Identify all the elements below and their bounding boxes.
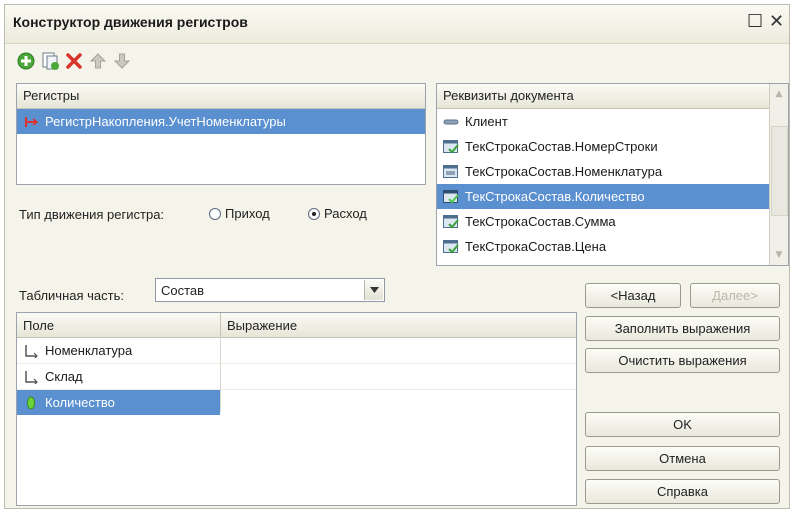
table-row[interactable]: Склад (17, 364, 576, 390)
chevron-down-icon[interactable] (364, 280, 383, 300)
register-item[interactable]: РегистрНакопления.УчетНоменклатуры (17, 109, 425, 134)
registers-header: Регистры (17, 84, 425, 109)
help-button[interactable]: Справка (585, 479, 780, 504)
movement-type-label: Тип движения регистра: (19, 207, 165, 222)
copy-icon[interactable] (41, 52, 59, 70)
tabular-part-select[interactable]: Состав (155, 278, 385, 302)
tabular-part-label: Табличная часть: (19, 288, 124, 303)
attribute-item-selected[interactable]: ТекСтрокаСостав.Количество (437, 184, 770, 209)
scroll-up-icon[interactable]: ▲ (770, 85, 788, 103)
register-movement-designer-window: Конструктор движения регистров ☐ ✕ Регис… (4, 4, 790, 509)
document-attributes-list[interactable]: Реквизиты документа Клиент ТекСтрокаСост… (436, 83, 789, 266)
selected-field-cell[interactable]: Количество (17, 390, 220, 415)
attributes-scrollbar[interactable]: ▲ ▼ (769, 84, 788, 265)
clear-expressions-button[interactable]: Очистить выражения (585, 348, 780, 373)
close-icon[interactable]: ✕ (769, 11, 784, 33)
fill-expressions-button[interactable]: Заполнить выражения (585, 316, 780, 341)
toolbar (5, 45, 789, 75)
table-field-icon (443, 189, 459, 204)
column-expression[interactable]: Выражение (227, 318, 297, 333)
fields-table-header: Поле Выражение (17, 313, 576, 338)
accumulation-register-icon (23, 115, 39, 129)
registers-list[interactable]: Регистры РегистрНакопления.УчетНоменклат… (16, 83, 426, 185)
table-field-icon (443, 139, 459, 154)
radio-expense[interactable]: Расход (308, 206, 367, 221)
scroll-down-icon[interactable]: ▼ (770, 246, 788, 264)
register-item-label: РегистрНакопления.УчетНоменклатуры (45, 114, 286, 129)
attribute-item[interactable]: ТекСтрокаСостав.Номенклатура (437, 159, 770, 184)
attribute-item[interactable]: ТекСтрокаСостав.Сумма (437, 209, 770, 234)
ok-button[interactable]: OK (585, 412, 780, 437)
add-icon[interactable] (17, 52, 35, 70)
dimension-icon (23, 344, 39, 358)
maximize-icon[interactable]: ☐ (747, 11, 763, 33)
table-field-icon (443, 214, 459, 229)
title-bar: Конструктор движения регистров ☐ ✕ (5, 5, 789, 44)
attribute-item[interactable]: Клиент (437, 109, 770, 134)
window-title: Конструктор движения регистров (13, 14, 248, 30)
fields-table[interactable]: Поле Выражение Номенклатура Склад Количе (16, 312, 577, 506)
table-field-icon (443, 164, 459, 179)
back-button[interactable]: <Назад (585, 283, 681, 308)
attribute-item[interactable]: ТекСтрокаСостав.Цена (437, 234, 770, 259)
move-up-icon[interactable] (89, 52, 107, 70)
dimension-icon (23, 370, 39, 384)
delete-icon[interactable] (65, 52, 83, 70)
attribute-item[interactable]: ТекСтрокаСостав.НомерСтроки (437, 134, 770, 159)
field-name: Склад (45, 369, 83, 384)
next-button[interactable]: Далее> (690, 283, 780, 308)
move-down-icon[interactable] (113, 52, 131, 70)
document-attributes-header: Реквизиты документа (437, 84, 770, 109)
table-field-icon (443, 239, 459, 254)
scrollbar-thumb[interactable] (771, 126, 788, 216)
resource-icon (23, 396, 39, 410)
radio-income-circle[interactable] (209, 207, 221, 220)
cancel-button[interactable]: Отмена (585, 446, 780, 471)
radio-expense-circle[interactable] (308, 207, 320, 220)
field-name: Количество (45, 395, 115, 410)
table-row-selected[interactable]: Количество (17, 390, 576, 415)
column-field[interactable]: Поле (23, 318, 54, 333)
radio-expense-label: Расход (324, 206, 367, 221)
tabular-part-value: Состав (161, 283, 205, 298)
attribute-icon (443, 115, 459, 129)
radio-income-label: Приход (225, 206, 270, 221)
field-name: Номенклатура (45, 343, 133, 358)
table-row[interactable]: Номенклатура (17, 338, 576, 364)
radio-income[interactable]: Приход (209, 206, 270, 221)
